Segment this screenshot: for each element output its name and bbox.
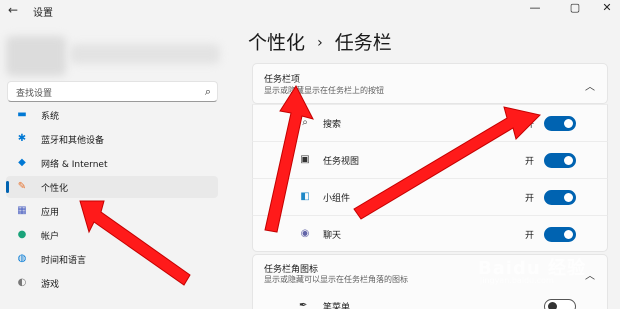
globe-clock-icon: ◍ [17,253,27,264]
breadcrumb-separator: › [317,35,323,51]
brush-icon: ✎ [17,181,27,192]
section-subtitle: 显示或隐藏可以显示在任务栏角落的图标 [264,275,408,284]
row-label: 笔菜单 [323,303,351,309]
section-title: 任务栏项 [264,75,301,85]
toggle-switch[interactable] [544,116,576,131]
sidebar-item[interactable]: ◆ 网络 & Internet [6,152,218,174]
toggle-state-text: 开 [525,194,535,204]
taskbar-item-row: ⌕ 搜索 开 [252,104,608,141]
task-view-icon: ▣ [300,154,310,165]
back-arrow-icon[interactable]: ← [8,3,18,17]
sidebar-item-label: 帐户 [41,232,60,242]
search-placeholder: 查找设置 [16,89,53,99]
sidebar-item[interactable]: ◐ 游戏 [6,272,218,294]
chevron-up-icon[interactable]: ︿ [585,78,595,93]
search-icon[interactable]: ⌕ [205,85,211,99]
sidebar-item-label: 游戏 [41,280,60,290]
monitor-icon: ▬ [17,109,27,120]
sidebar-item-label: 网络 & Internet [41,160,108,170]
active-indicator [6,181,9,193]
sidebar-item[interactable]: ✎ 个性化 [6,176,218,198]
sidebar-item[interactable]: ◍ 时间和语言 [6,248,218,270]
sidebar-item[interactable]: ▬ 系统 [6,104,218,126]
minimize-button[interactable]: — [520,0,550,16]
pen-menu-toggle[interactable] [544,299,576,309]
toggle-knob [564,193,573,202]
search-input[interactable]: 查找设置 ⌕ [7,81,218,102]
search-icon: ⌕ [302,117,308,128]
toggle-state-text: 开 [525,120,535,130]
section-subtitle: 显示或隐藏显示在任务栏上的按钮 [264,86,384,95]
breadcrumb-parent[interactable]: 个性化 [248,32,305,54]
sidebar: 查找设置 ⌕ ▬ 系统 ✱ 蓝牙和其他设备 ◆ 网络 & Internet ✎ 个性化 ▦ 应用 ●… [0,20,230,309]
taskbar-item-row: ◧ 小组件 开 [252,178,608,215]
maximize-button[interactable]: ▢ [560,0,590,16]
wifi-icon: ◆ [18,157,26,168]
profile-name-blurred [70,44,220,64]
row-label: 聊天 [323,231,342,241]
sidebar-item-label: 系统 [41,112,60,122]
toggle-switch[interactable] [544,227,576,242]
sidebar-item[interactable]: ▦ 应用 [6,200,218,222]
toggle-switch[interactable] [544,190,576,205]
avatar [6,36,66,76]
toggle-switch[interactable] [544,153,576,168]
taskbar-items-header[interactable]: 任务栏项 显示或隐藏显示在任务栏上的按钮 ︿ [252,63,608,104]
account-icon: ● [17,229,27,240]
row-label: 搜索 [323,120,342,130]
taskbar-item-row: ◉ 聊天 开 [252,215,608,252]
taskbar-item-row: ▣ 任务视图 开 [252,141,608,178]
sidebar-item[interactable]: ✱ 蓝牙和其他设备 [6,128,218,150]
app-title: 设置 [33,8,53,19]
title-bar: ← 设置 — ▢ ✕ [0,0,620,20]
page-title: 个性化 › 任务栏 [248,28,392,55]
toggle-state-text: 开 [525,231,535,241]
watermark-url: jingyan.baidu.com [480,276,554,285]
toggle-knob [564,230,573,239]
row-label: 任务视图 [323,157,360,167]
widgets-icon: ◧ [300,191,310,202]
chevron-up-icon[interactable]: ︿ [585,267,595,282]
row-label: 小组件 [323,194,351,204]
close-button[interactable]: ✕ [592,0,620,16]
toggle-state-text: 开 [525,157,535,167]
bluetooth-icon: ✱ [17,133,27,144]
sidebar-item-label: 应用 [41,208,60,218]
gamepad-icon: ◐ [17,277,27,288]
breadcrumb-current: 任务栏 [334,32,392,54]
user-profile[interactable] [6,30,220,86]
sidebar-item-label: 蓝牙和其他设备 [41,136,105,146]
toggle-knob [564,119,573,128]
pen-icon: ✒ [299,300,308,309]
chat-icon: ◉ [300,228,310,239]
sidebar-item-label: 个性化 [41,184,69,194]
toggle-knob [564,156,573,165]
apps-icon: ▦ [17,205,27,216]
sidebar-item[interactable]: ● 帐户 [6,224,218,246]
sidebar-item-label: 时间和语言 [41,256,87,266]
